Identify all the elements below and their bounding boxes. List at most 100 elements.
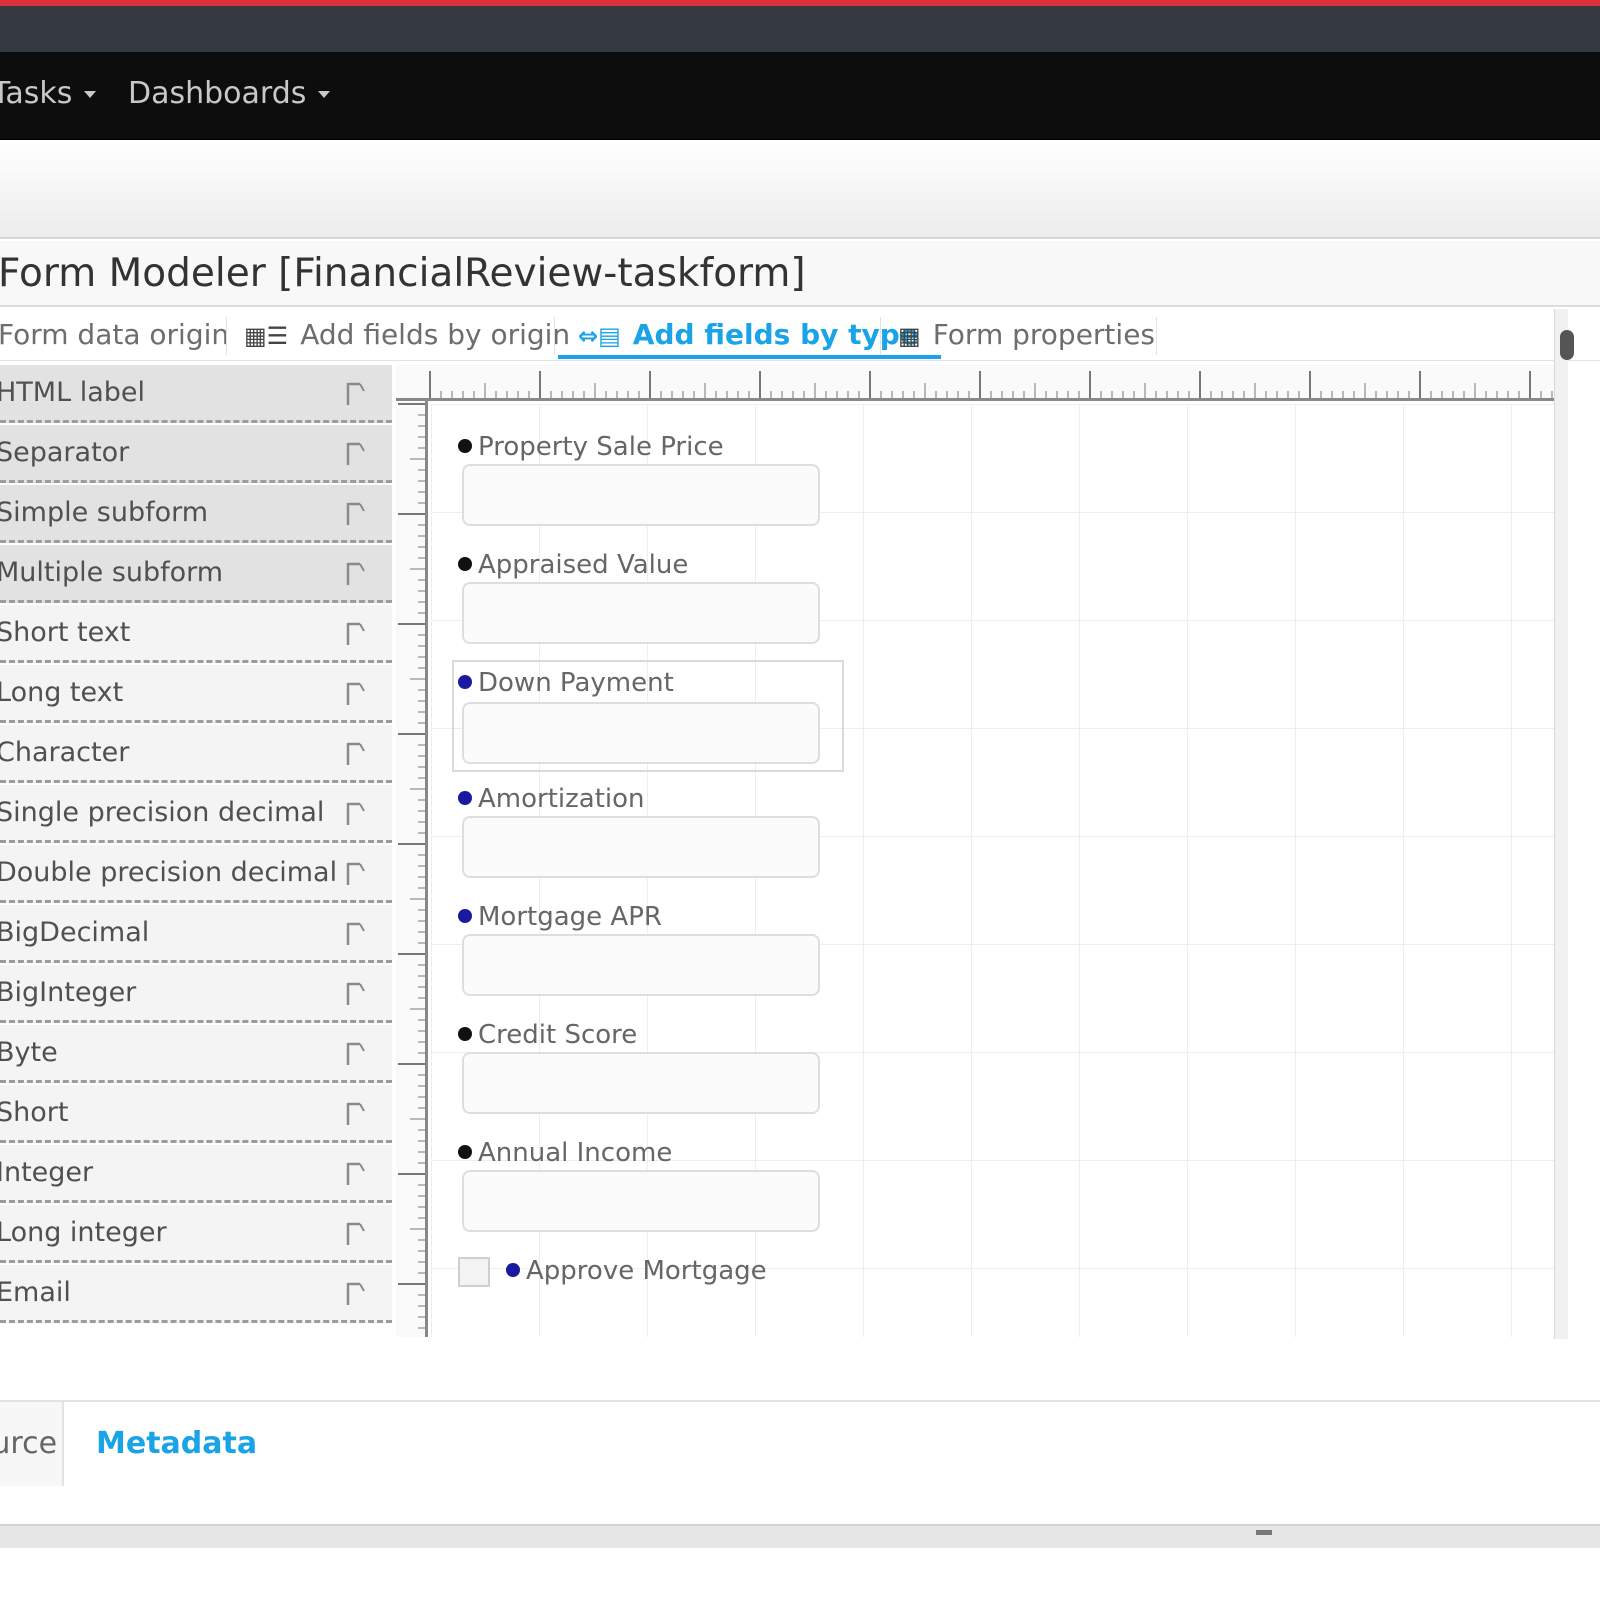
palette-item[interactable]: Short text: [0, 605, 392, 663]
bottom-scrollbar[interactable]: [0, 1524, 1600, 1548]
required-marker-icon: [458, 674, 472, 689]
drag-handle-icon[interactable]: [344, 739, 366, 767]
fields-type-icon: ⇔▤: [578, 322, 621, 350]
palette-item[interactable]: BigInteger: [0, 965, 392, 1023]
tab-form-properties-label: Form properties: [932, 318, 1156, 351]
drag-handle-icon[interactable]: [344, 1099, 366, 1127]
field-label-text: Mortgage APR: [478, 902, 662, 932]
palette-item-label: Integer: [0, 1157, 94, 1188]
form-field-annual-income[interactable]: Annual Income: [458, 1138, 828, 1238]
palette-item-label: Simple subform: [0, 497, 209, 528]
form-field-credit-score[interactable]: Credit Score: [458, 1020, 828, 1120]
palette-item-label: Short text: [0, 617, 131, 648]
drag-handle-icon[interactable]: [344, 1159, 366, 1187]
field-label: Credit Score: [458, 1020, 637, 1050]
palette-item-label: Long integer: [0, 1217, 167, 1248]
down-payment-input[interactable]: [462, 702, 820, 764]
drag-handle-icon[interactable]: [344, 619, 366, 647]
form-field-property-sale-price[interactable]: Property Sale Price: [458, 432, 828, 532]
scrollbar-thumb[interactable]: [1560, 330, 1574, 360]
toolbar-divider: [554, 317, 555, 355]
field-label: Annual Income: [458, 1138, 672, 1168]
nav-dashboards-label: Dashboards: [128, 76, 307, 111]
form-modeler-app: Tasks Dashboards Form Modeler [Financial…: [0, 0, 1600, 1600]
nav-tasks-label: Tasks: [0, 76, 73, 111]
bottom-scroll-thumb[interactable]: [1256, 1530, 1272, 1535]
annual-income-input[interactable]: [462, 1170, 820, 1232]
required-marker-icon: [458, 556, 472, 571]
palette-item[interactable]: Double precision decimal: [0, 845, 392, 903]
main-navbar: Tasks Dashboards: [0, 52, 1600, 140]
form-field-amortization[interactable]: Amortization: [458, 784, 828, 884]
toolbar-divider: [1156, 317, 1157, 355]
fields-origin-icon: ▦☰: [244, 322, 289, 350]
required-marker-icon: [506, 1262, 520, 1277]
field-label-text: Amortization: [478, 784, 645, 814]
palette-item[interactable]: Email: [0, 1265, 392, 1323]
caret-down-icon: [84, 91, 97, 98]
field-label: Property Sale Price: [458, 432, 724, 462]
form-field-mortgage-apr[interactable]: Mortgage APR: [458, 902, 828, 1002]
form-field-appraised-value[interactable]: Appraised Value: [458, 550, 828, 650]
palette-item-label: Character: [0, 737, 130, 768]
tab-add-fields-by-origin-label: Add fields by origin: [300, 318, 571, 351]
palette-item[interactable]: Multiple subform: [0, 545, 392, 603]
palette-item-label: Email: [0, 1277, 71, 1308]
tab-form-properties[interactable]: ▦ Form properties: [898, 315, 1155, 359]
palette-item[interactable]: Byte: [0, 1025, 392, 1083]
drag-handle-icon[interactable]: [344, 379, 366, 407]
drag-handle-icon[interactable]: [344, 919, 366, 947]
top-header-bar: [0, 6, 1600, 52]
palette-item[interactable]: Separator: [0, 425, 392, 483]
drag-handle-icon[interactable]: [344, 439, 366, 467]
tab-metadata[interactable]: Metadata: [66, 1402, 266, 1486]
palette-item-label: BigDecimal: [0, 917, 150, 948]
palette-item-label: Long text: [0, 677, 124, 708]
drag-handle-icon[interactable]: [344, 559, 366, 587]
palette-item[interactable]: Single precision decimal: [0, 785, 392, 843]
palette-item[interactable]: Character: [0, 725, 392, 783]
drag-handle-icon[interactable]: [344, 499, 366, 527]
tab-add-fields-by-type[interactable]: ⇔▤ Add fields by type: [558, 315, 941, 359]
palette-item[interactable]: HTML label: [0, 365, 392, 423]
drag-handle-icon[interactable]: [344, 859, 366, 887]
credit-score-input[interactable]: [462, 1052, 820, 1114]
field-label: Amortization: [458, 784, 645, 814]
drag-handle-icon[interactable]: [344, 1039, 366, 1067]
title-row: Form Modeler [FinancialReview-taskform]: [0, 241, 1600, 307]
appraised-value-input[interactable]: [462, 582, 820, 644]
required-marker-icon: [458, 1144, 472, 1159]
mortgage-apr-input[interactable]: [462, 934, 820, 996]
nav-dashboards-menu[interactable]: Dashboards: [128, 74, 331, 114]
required-marker-icon: [458, 790, 472, 805]
property-sale-price-input[interactable]: [462, 464, 820, 526]
tab-form-data-origin[interactable]: Form data origin: [0, 315, 229, 359]
palette-item[interactable]: Long text: [0, 665, 392, 723]
tab-source-label: Source: [0, 1426, 58, 1461]
palette-item-label: Single precision decimal: [0, 797, 325, 828]
tab-source[interactable]: Source: [0, 1402, 64, 1486]
sub-header: [0, 141, 1600, 239]
drag-handle-icon[interactable]: [344, 1279, 366, 1307]
canvas-scrollbar[interactable]: [1554, 309, 1568, 1339]
nav-tasks-menu[interactable]: Tasks: [0, 74, 97, 114]
amortization-input[interactable]: [462, 816, 820, 878]
tab-add-fields-by-type-label: Add fields by type: [632, 318, 919, 351]
tab-add-fields-by-origin[interactable]: ▦☰ Add fields by origin: [244, 315, 570, 359]
required-marker-icon: [458, 908, 472, 923]
vertical-ruler: [396, 401, 428, 1337]
approve-mortgage-checkbox[interactable]: [458, 1257, 490, 1287]
form-field-down-payment[interactable]: Down Payment: [452, 660, 844, 772]
drag-handle-icon[interactable]: [344, 1219, 366, 1247]
drag-handle-icon[interactable]: [344, 979, 366, 1007]
field-label-text: Annual Income: [478, 1138, 673, 1168]
required-marker-icon: [458, 1026, 472, 1041]
palette-item[interactable]: Long integer: [0, 1205, 392, 1263]
drag-handle-icon[interactable]: [344, 679, 366, 707]
palette-item[interactable]: Simple subform: [0, 485, 392, 543]
palette-item-label: HTML label: [0, 377, 146, 408]
drag-handle-icon[interactable]: [344, 799, 366, 827]
palette-item[interactable]: BigDecimal: [0, 905, 392, 963]
palette-item[interactable]: Integer: [0, 1145, 392, 1203]
palette-item[interactable]: Short: [0, 1085, 392, 1143]
